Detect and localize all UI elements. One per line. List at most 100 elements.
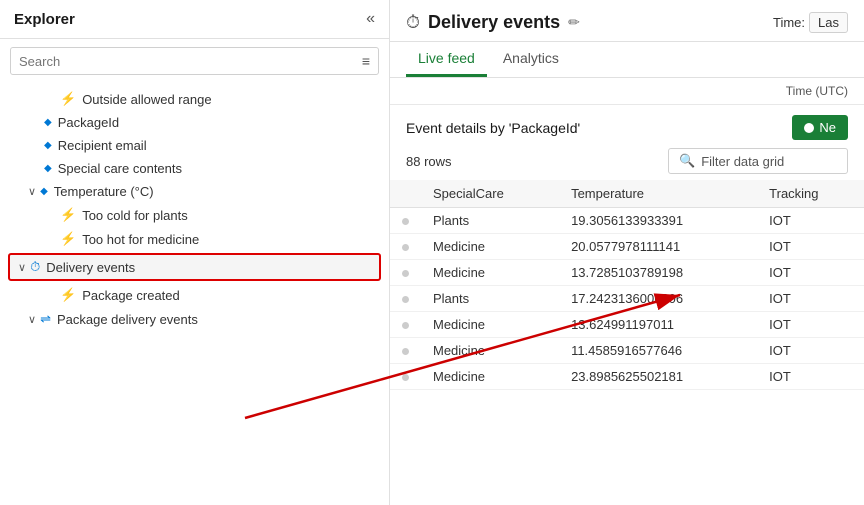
filter-icon[interactable]: ≡ [362, 53, 370, 69]
sidebar-tree[interactable]: ⚡ Outside allowed range ◆ PackageId ◆ Re… [0, 83, 389, 505]
new-button-label: Ne [819, 120, 836, 135]
edit-icon[interactable]: ✏ [568, 14, 580, 31]
data-table[interactable]: SpecialCare Temperature Tracking Plants … [390, 180, 864, 505]
sidebar-item-label: Temperature (°C) [54, 184, 154, 199]
lightning-icon: ⚡ [60, 287, 76, 303]
sidebar-item-outside-allowed-range[interactable]: ⚡ Outside allowed range [0, 87, 389, 111]
col-dot [390, 180, 421, 208]
cell-specialcare: Medicine [421, 312, 559, 338]
cell-temperature: 20.0577978111141 [559, 234, 757, 260]
table-row[interactable]: Medicine 13.7285103789198 IOT [390, 260, 864, 286]
lightning-icon: ⚡ [60, 231, 76, 247]
cell-temperature: 13.7285103789198 [559, 260, 757, 286]
cell-temperature: 19.3056133933391 [559, 208, 757, 234]
cell-specialcare: Plants [421, 208, 559, 234]
time-utc-row: Time (UTC) [390, 78, 864, 105]
search-input[interactable] [19, 54, 362, 69]
table-row[interactable]: Plants 19.3056133933391 IOT [390, 208, 864, 234]
cell-tracking: IOT [757, 260, 864, 286]
row-dot-cell [390, 208, 421, 234]
diamond-icon: ◆ [40, 186, 48, 197]
page-title: Delivery events [428, 12, 560, 33]
cell-specialcare: Medicine [421, 260, 559, 286]
sidebar-item-label: PackageId [58, 115, 119, 130]
cell-specialcare: Medicine [421, 234, 559, 260]
sidebar-item-label: Too cold for plants [82, 208, 188, 223]
main-header: ⏱ Delivery events ✏ Time: Las [390, 0, 864, 42]
clock-icon: ⏱ [30, 259, 40, 275]
search-icon: 🔍 [679, 153, 695, 169]
sidebar-item-label: Delivery events [46, 260, 135, 275]
cell-specialcare: Plants [421, 286, 559, 312]
tab-analytics[interactable]: Analytics [491, 42, 571, 77]
table-row[interactable]: Medicine 11.4585916577646 IOT [390, 338, 864, 364]
diamond-icon: ◆ [44, 117, 52, 128]
flow-icon: ⇌ [40, 311, 51, 327]
cell-tracking: IOT [757, 234, 864, 260]
cell-specialcare: Medicine [421, 338, 559, 364]
sidebar-item-too-hot[interactable]: ⚡ Too hot for medicine [0, 227, 389, 251]
event-details-header: Event details by 'PackageId' Ne [390, 105, 864, 148]
chevron-down-icon: ∨ [18, 261, 26, 274]
cell-tracking: IOT [757, 364, 864, 390]
cell-tracking: IOT [757, 312, 864, 338]
cell-temperature: 17.2423136006306 [559, 286, 757, 312]
sidebar-item-recipient-email[interactable]: ◆ Recipient email [0, 134, 389, 157]
sidebar-item-delivery-events[interactable]: ∨ ⏱ Delivery events [8, 253, 381, 281]
tab-live-feed[interactable]: Live feed [406, 42, 487, 77]
table-row[interactable]: Plants 17.2423136006306 IOT [390, 286, 864, 312]
time-utc-label: Time (UTC) [786, 84, 848, 98]
row-dot-cell [390, 260, 421, 286]
sidebar-item-label: Outside allowed range [82, 92, 211, 107]
sidebar-item-package-created[interactable]: ⚡ Package created [0, 283, 389, 307]
col-specialcare: SpecialCare [421, 180, 559, 208]
cell-temperature: 13.624991197011 [559, 312, 757, 338]
cell-tracking: IOT [757, 338, 864, 364]
diamond-icon: ◆ [44, 140, 52, 151]
time-area: Time: Las [773, 12, 848, 33]
col-temperature: Temperature [559, 180, 757, 208]
row-dot-cell [390, 364, 421, 390]
row-dot-cell [390, 234, 421, 260]
row-dot-cell [390, 286, 421, 312]
sidebar-item-label: Recipient email [58, 138, 147, 153]
green-dot-icon [804, 123, 814, 133]
cell-temperature: 23.8985625502181 [559, 364, 757, 390]
filter-input[interactable]: 🔍 Filter data grid [668, 148, 848, 174]
sidebar-item-label: Package delivery events [57, 312, 198, 327]
sidebar-title: Explorer [14, 11, 75, 28]
filter-placeholder: Filter data grid [701, 154, 784, 169]
time-value[interactable]: Las [809, 12, 848, 33]
row-dot-cell [390, 312, 421, 338]
sidebar-header: Explorer « [0, 0, 389, 39]
diamond-icon: ◆ [44, 163, 52, 174]
delivery-events-icon: ⏱ [406, 12, 420, 33]
table-row[interactable]: Medicine 13.624991197011 IOT [390, 312, 864, 338]
sidebar-item-temperature[interactable]: ∨ ◆ Temperature (°C) [0, 180, 389, 203]
chevron-right-icon: ∨ [28, 313, 36, 326]
cell-temperature: 11.4585916577646 [559, 338, 757, 364]
cell-tracking: IOT [757, 286, 864, 312]
row-dot-cell [390, 338, 421, 364]
time-label: Time: [773, 15, 805, 30]
table-row[interactable]: Medicine 23.8985625502181 IOT [390, 364, 864, 390]
cell-tracking: IOT [757, 208, 864, 234]
new-button[interactable]: Ne [792, 115, 848, 140]
sidebar: Explorer « ≡ ⚡ Outside allowed range ◆ P… [0, 0, 390, 505]
table-row[interactable]: Medicine 20.0577978111141 IOT [390, 234, 864, 260]
sidebar-item-label: Package created [82, 288, 180, 303]
search-bar[interactable]: ≡ [10, 47, 379, 75]
collapse-icon[interactable]: « [366, 10, 375, 28]
sidebar-item-packageid[interactable]: ◆ PackageId [0, 111, 389, 134]
col-tracking: Tracking [757, 180, 864, 208]
cell-specialcare: Medicine [421, 364, 559, 390]
sidebar-item-package-delivery-events[interactable]: ∨ ⇌ Package delivery events [0, 307, 389, 331]
sidebar-item-label: Too hot for medicine [82, 232, 199, 247]
chevron-down-icon: ∨ [28, 185, 36, 198]
event-details-title: Event details by 'PackageId' [406, 120, 580, 136]
lightning-icon: ⚡ [60, 91, 76, 107]
main-content: ⏱ Delivery events ✏ Time: Las Live feed … [390, 0, 864, 505]
lightning-icon: ⚡ [60, 207, 76, 223]
sidebar-item-too-cold[interactable]: ⚡ Too cold for plants [0, 203, 389, 227]
sidebar-item-special-care[interactable]: ◆ Special care contents [0, 157, 389, 180]
